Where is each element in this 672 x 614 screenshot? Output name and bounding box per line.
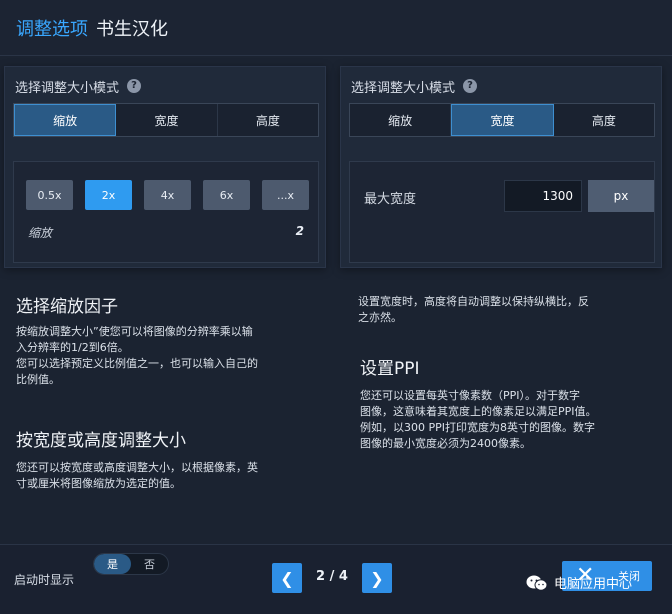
header-accent: 调整选项 (16, 18, 88, 40)
scale-button-4x[interactable]: 4x (144, 180, 191, 210)
text-line: 按缩放调整大小”使您可以将图像的分辨率乘以输 (16, 325, 253, 338)
scale-help-text: 按缩放调整大小”使您可以将图像的分辨率乘以输 入分辨率的1/2到6倍。 您可以选… (16, 324, 258, 388)
text-line: 您可以选择预定义比例值之一，也可以输入自己的 (16, 357, 258, 370)
scale-button-6x[interactable]: 6x (203, 180, 250, 210)
mode-selector: 缩放 宽度 高度 (349, 103, 655, 137)
tab-width[interactable]: 宽度 (451, 104, 554, 136)
tab-height[interactable]: 高度 (554, 104, 654, 136)
watermark: 电脑应用中心 (526, 573, 632, 592)
text-line: 之亦然。 (358, 311, 402, 324)
scale-options: 0.5x 2x 4x 6x ...x 缩放 2 (13, 161, 319, 263)
tab-width[interactable]: 宽度 (116, 104, 218, 136)
tab-scale[interactable]: 缩放 (14, 104, 117, 136)
text-line: 图像，这意味着其宽度上的像素足以满足PPI值。 (360, 405, 597, 418)
text-line: 您还可以设置每英寸像素数（PPI）。对于数字 (360, 389, 581, 402)
unit-selector[interactable]: px (588, 180, 654, 212)
panel-title: 选择调整大小模式 (15, 80, 120, 96)
tab-scale[interactable]: 缩放 (350, 104, 452, 136)
text-line: 图像的最小宽度必须为2400像素。 (360, 437, 531, 450)
next-page-button[interactable]: ❯ (362, 563, 392, 593)
scale-button-custom[interactable]: ...x (262, 180, 309, 210)
prev-page-button[interactable]: ❮ (272, 563, 302, 593)
panel-title: 选择调整大小模式 (351, 80, 456, 96)
toggle-no[interactable]: 否 (131, 554, 168, 574)
text-line: 入分辨率的1/2到6倍。 (16, 341, 129, 354)
header-title: 书生汉化 (96, 18, 168, 40)
max-width-input[interactable] (504, 180, 582, 212)
scale-value: 2 (295, 224, 304, 238)
footer: 启动时显示 是 否 ❮ 2 / 4 ❯ ✕ 关闭 电脑应用中心 (0, 544, 672, 614)
toggle-yes[interactable]: 是 (94, 554, 131, 574)
chevron-left-icon: ❮ (280, 568, 294, 588)
help-icon[interactable]: ? (463, 79, 478, 93)
text-line: 例如，以300 PPI打印宽度为8英寸的图像。数字 (360, 421, 596, 434)
watermark-text: 电脑应用中心 (554, 577, 633, 592)
header: 调整选项 书生汉化 (0, 0, 672, 56)
width-height-help-text: 您还可以按宽度或高度调整大小，以根据像素，英 寸或厘米将图像缩放为选定的值。 (16, 460, 258, 492)
scale-button-2x[interactable]: 2x (85, 180, 132, 210)
mode-selector: 缩放 宽度 高度 (13, 103, 319, 137)
scale-label: 缩放 (28, 226, 53, 240)
width-help-text: 设置宽度时，高度将自动调整以保持纵横比，反 之亦然。 (358, 294, 589, 326)
help-icon[interactable]: ? (127, 79, 142, 93)
resize-mode-panel-scale: 选择调整大小模式 ? 缩放 宽度 高度 0.5x 2x 4x 6x ...x 缩… (4, 66, 326, 268)
panel-heading: 选择调整大小模式 ? (351, 75, 478, 97)
resize-mode-panel-width: 选择调整大小模式 ? 缩放 宽度 高度 最大宽度 px (340, 66, 662, 268)
text-line: 寸或厘米将图像缩放为选定的值。 (16, 477, 181, 490)
page-indicator: 2 / 4 (316, 569, 348, 584)
text-line: 比例值。 (16, 373, 60, 386)
chevron-right-icon: ❯ (370, 568, 384, 588)
max-width-label: 最大宽度 (364, 192, 417, 207)
scale-buttons: 0.5x 2x 4x 6x ...x (26, 180, 309, 210)
text-line: 您还可以按宽度或高度调整大小，以根据像素，英 (16, 461, 258, 474)
panel-heading: 选择调整大小模式 ? (15, 75, 142, 97)
wechat-icon (526, 575, 548, 591)
ppi-help-title: 设置PPI (360, 359, 420, 379)
show-on-startup-label: 启动时显示 (14, 573, 75, 587)
scale-help-title: 选择缩放因子 (16, 297, 118, 317)
width-height-help-title: 按宽度或高度调整大小 (16, 431, 186, 451)
show-on-startup-toggle[interactable]: 是 否 (93, 553, 169, 575)
ppi-help-text: 您还可以设置每英寸像素数（PPI）。对于数字 图像，这意味着其宽度上的像素足以满… (360, 388, 597, 452)
text-line: 设置宽度时，高度将自动调整以保持纵横比，反 (358, 295, 589, 308)
width-options: 最大宽度 px (349, 161, 655, 263)
scale-button-0-5x[interactable]: 0.5x (26, 180, 73, 210)
tab-height[interactable]: 高度 (218, 104, 318, 136)
